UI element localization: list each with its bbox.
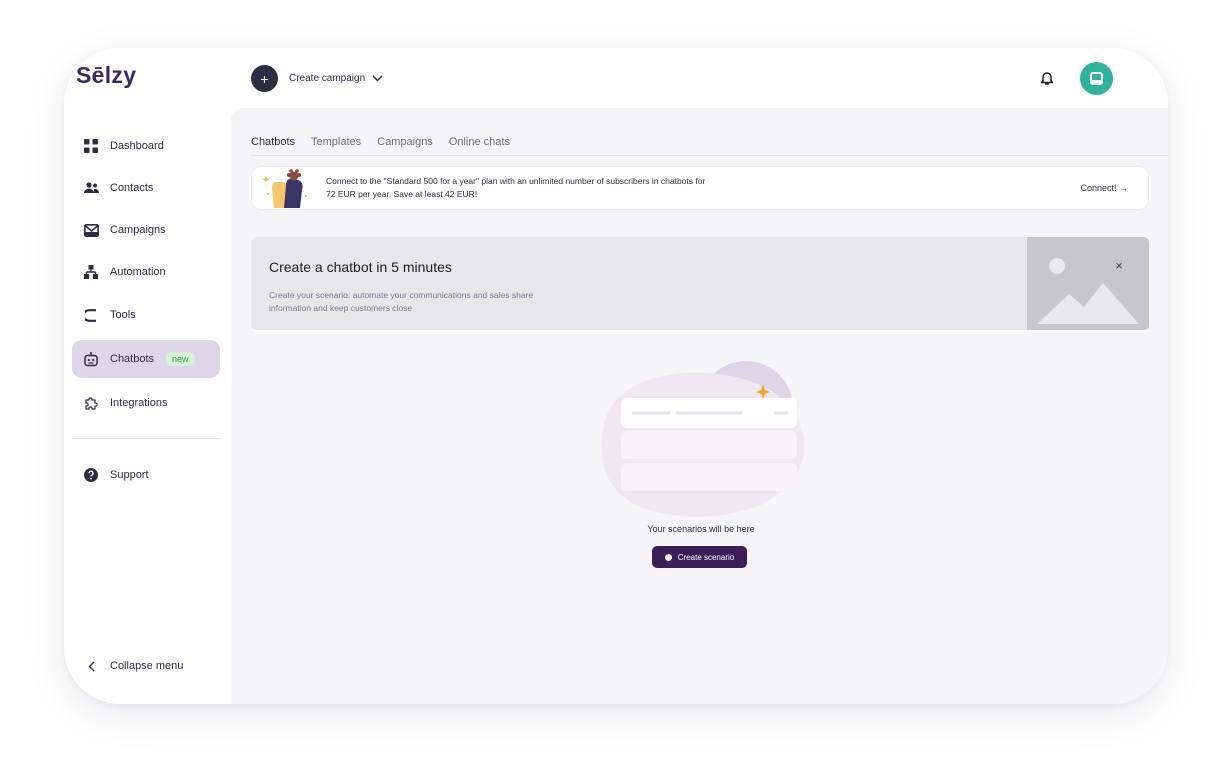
- sidebar-item-support[interactable]: Support: [72, 457, 220, 493]
- tab-templates[interactable]: Templates: [311, 136, 361, 156]
- tabs-underline: [251, 155, 1168, 156]
- sidebar-divider: [72, 438, 220, 439]
- collapse-menu-button[interactable]: Collapse menu: [72, 648, 220, 684]
- sidebar-item-label: Campaigns: [110, 224, 166, 236]
- chevron-down-icon: [372, 75, 383, 82]
- collapse-menu-label: Collapse menu: [110, 660, 184, 672]
- close-icon[interactable]: ×: [1111, 257, 1127, 273]
- sidebar-item-label: Contacts: [110, 182, 154, 194]
- banner-title: Create a chatbot in 5 minutes: [269, 259, 452, 275]
- sidebar-item-dashboard[interactable]: Dashboard: [72, 128, 220, 164]
- empty-state-text: Your scenarios will be here: [647, 524, 755, 534]
- sidebar-item-tools[interactable]: Tools: [72, 297, 220, 333]
- main-content: Chatbots Templates Campaigns Online chat…: [231, 108, 1168, 704]
- sidebar-item-integrations[interactable]: Integrations: [72, 385, 220, 421]
- tab-bar: Chatbots Templates Campaigns Online chat…: [251, 136, 510, 156]
- promo-banner: Connect to the "Standard 500 for a year"…: [251, 166, 1149, 210]
- tools-icon: [82, 306, 100, 324]
- selzy-logo[interactable]: Sēlzy: [76, 62, 136, 89]
- avatar-glyph: [1090, 72, 1103, 85]
- bell-icon[interactable]: [1040, 70, 1054, 86]
- create-scenario-button[interactable]: Create scenario: [652, 546, 747, 568]
- tab-chatbots[interactable]: Chatbots: [251, 136, 296, 156]
- sidebar-item-chatbots[interactable]: Chatbots new: [72, 340, 220, 378]
- image-placeholder-icon: [1027, 237, 1149, 330]
- automation-icon: [82, 263, 100, 281]
- plus-icon: +: [251, 65, 278, 92]
- user-avatar[interactable]: [1080, 62, 1113, 95]
- sidebar-item-label: Dashboard: [110, 140, 164, 152]
- promo-text: Connect to the "Standard 500 for a year"…: [326, 176, 706, 199]
- tab-online-chats[interactable]: Online chats: [449, 136, 510, 156]
- create-scenario-label: Create scenario: [677, 552, 735, 562]
- campaigns-icon: [82, 221, 100, 239]
- integrations-icon: [82, 394, 100, 412]
- sidebar-item-label: Integrations: [110, 397, 168, 409]
- app-window: Sēlzy + Create campaign Dashboard Contac…: [64, 48, 1168, 704]
- create-campaign-label: Create campaign: [289, 73, 366, 84]
- sidebar-item-contacts[interactable]: Contacts: [72, 170, 220, 206]
- connect-link[interactable]: Connect! →: [1080, 183, 1128, 193]
- chatbot-intro-banner: Create a chatbot in 5 minutes Create you…: [251, 237, 1149, 332]
- new-badge: new: [166, 352, 195, 366]
- high-five-illustration: [262, 169, 307, 208]
- plus-circle-icon: [664, 551, 672, 561]
- banner-description: Create your scenario: automate your comm…: [269, 290, 534, 313]
- sidebar-item-label: Support: [110, 469, 149, 481]
- empty-scenarios-illustration: [601, 361, 805, 517]
- sidebar-item-automation[interactable]: Automation: [72, 254, 220, 290]
- sidebar-item-label: Automation: [110, 266, 166, 278]
- create-campaign-button[interactable]: + Create campaign: [251, 65, 383, 92]
- tab-campaigns[interactable]: Campaigns: [377, 136, 433, 156]
- help-icon: [82, 466, 100, 484]
- sidebar-item-campaigns[interactable]: Campaigns: [72, 212, 220, 248]
- chatbot-icon: [82, 350, 100, 368]
- sidebar-item-label: Chatbots: [110, 353, 155, 365]
- contacts-icon: [82, 179, 100, 197]
- chevron-left-icon: [82, 657, 100, 675]
- dashboard-icon: [82, 137, 100, 155]
- sidebar-item-label: Tools: [110, 309, 136, 321]
